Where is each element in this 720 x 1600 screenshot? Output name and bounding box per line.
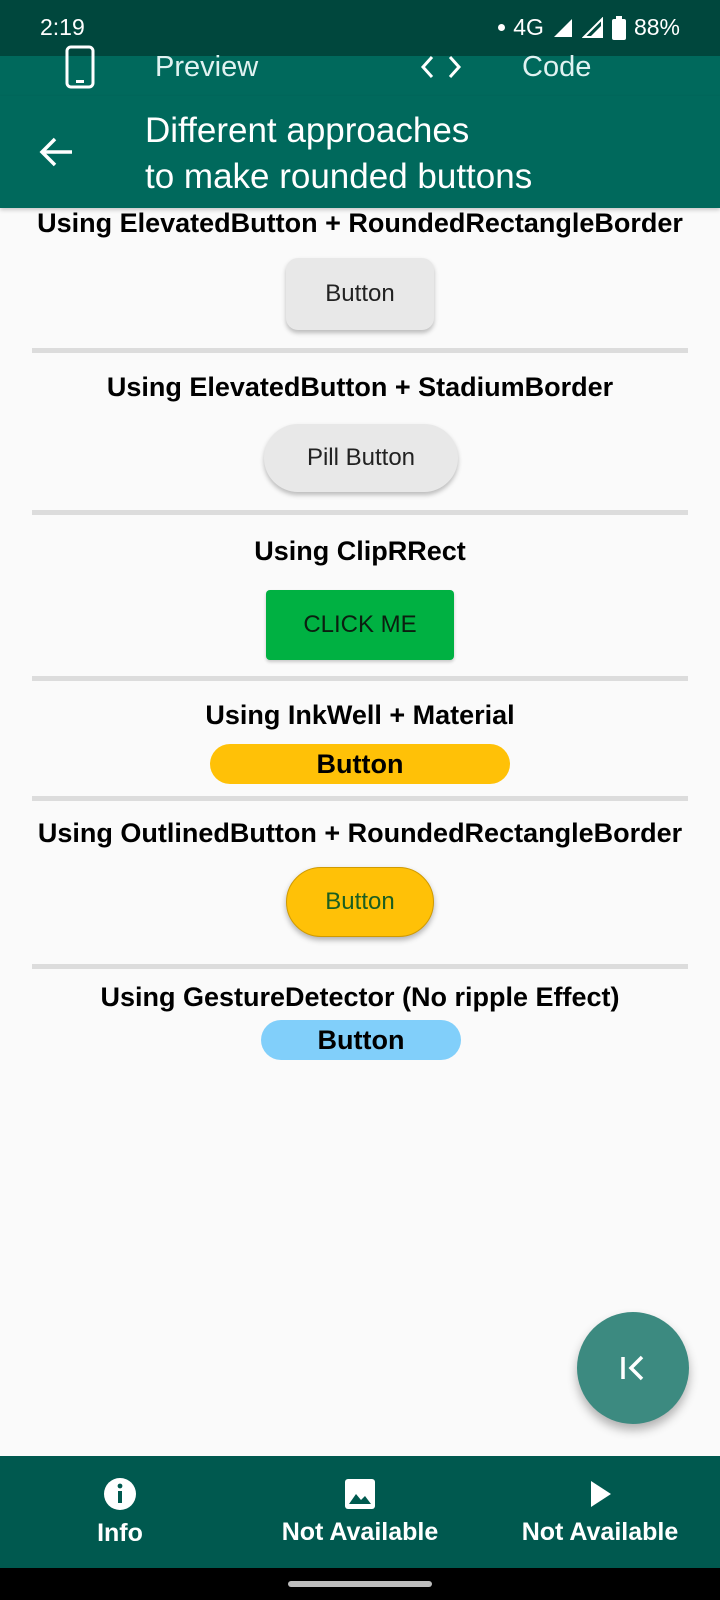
- nav-label-play: Not Available: [521, 1517, 679, 1546]
- nav-label-info: Info: [97, 1518, 143, 1547]
- app-bar: Different approaches to make rounded but…: [0, 96, 720, 208]
- section-title-cliprrect: Using ClipRRect: [254, 536, 466, 566]
- first-page-fab[interactable]: [577, 1312, 689, 1424]
- nav-item-image[interactable]: Not Available: [260, 1456, 460, 1568]
- section-title-elevated-rounded: Using ElevatedButton + RoundedRectangleB…: [37, 208, 683, 238]
- code-icon: [420, 54, 462, 80]
- page-title: Different approaches to make rounded but…: [145, 108, 532, 200]
- notification-dot-icon: [498, 24, 506, 31]
- battery-level: 88%: [633, 14, 680, 40]
- preview-code-tabs: Preview Code: [0, 45, 720, 96]
- back-button[interactable]: [30, 126, 82, 178]
- divider: [32, 796, 688, 801]
- status-time: 2:19: [40, 14, 85, 40]
- tab-code-label: Code: [522, 50, 592, 83]
- arrow-back-icon: [39, 137, 72, 167]
- divider: [32, 676, 688, 681]
- section-title-inkwell: Using InkWell + Material: [205, 700, 515, 730]
- gesture-detector-button[interactable]: Button: [261, 1020, 461, 1060]
- phone-icon: [65, 45, 95, 89]
- nav-item-info[interactable]: Info: [60, 1456, 180, 1568]
- click-me-button[interactable]: CLICK ME: [266, 590, 454, 660]
- nav-item-play[interactable]: Not Available: [500, 1456, 700, 1568]
- status-indicators: 4G 88%: [498, 14, 680, 41]
- bottom-navigation: Info Not Available Not Available: [0, 1456, 720, 1568]
- network-type: 4G: [513, 14, 544, 40]
- divider: [32, 510, 688, 515]
- divider: [32, 348, 688, 353]
- page-title-line2: to make rounded buttons: [145, 157, 533, 196]
- battery-icon: [611, 15, 626, 40]
- signal-icon: [553, 18, 572, 37]
- info-icon: [104, 1477, 136, 1510]
- tab-preview-label: Preview: [155, 50, 259, 83]
- play-icon: [591, 1480, 611, 1507]
- section-title-gesture-detector: Using GestureDetector (No ripple Effect): [100, 982, 620, 1012]
- divider: [32, 964, 688, 969]
- inkwell-button[interactable]: Button: [210, 744, 510, 784]
- image-icon: [345, 1478, 375, 1509]
- first-page-icon: [621, 1355, 644, 1381]
- page-title-line1: Different approaches: [145, 111, 470, 150]
- signal-secondary-icon: [581, 16, 603, 38]
- pill-button[interactable]: Pill Button: [264, 424, 458, 492]
- tab-code[interactable]: Code: [420, 38, 591, 96]
- elevated-rounded-button[interactable]: Button: [286, 258, 434, 330]
- nav-label-image: Not Available: [281, 1517, 439, 1546]
- section-title-outlined: Using OutlinedButton + RoundedRectangleB…: [37, 818, 683, 848]
- section-title-elevated-stadium: Using ElevatedButton + StadiumBorder: [106, 372, 614, 402]
- outlined-button[interactable]: Button: [286, 867, 434, 937]
- tab-preview[interactable]: Preview: [65, 38, 258, 96]
- home-gesture-handle[interactable]: [288, 1581, 432, 1587]
- system-navigation-bar: [0, 1568, 720, 1600]
